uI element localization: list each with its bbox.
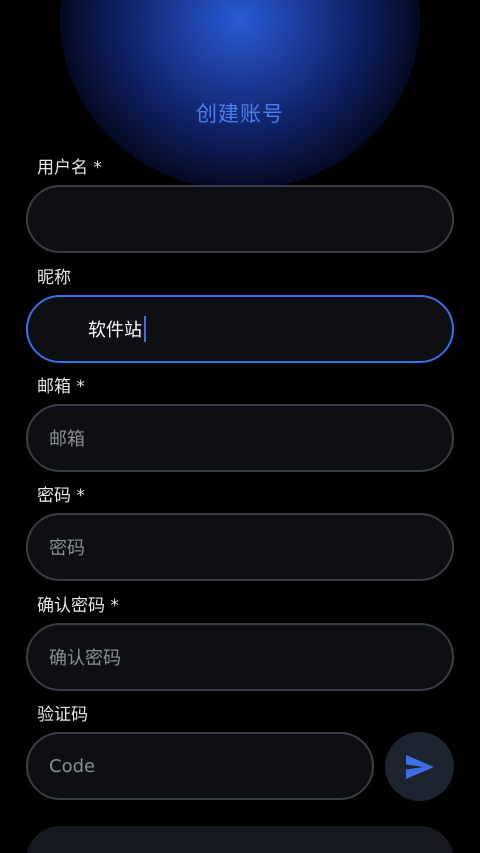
email-placeholder: 邮箱: [49, 429, 85, 450]
password-placeholder: 密码: [49, 538, 85, 559]
bottom-action-button[interactable]: [26, 826, 454, 853]
page-title: 创建账号: [196, 102, 284, 126]
password-label: 密码 *: [37, 486, 85, 506]
nickname-label: 昵称: [37, 268, 71, 288]
password-field[interactable]: 密码: [26, 513, 454, 581]
email-field[interactable]: 邮箱: [26, 404, 454, 472]
username-label: 用户名 *: [37, 158, 102, 178]
nickname-field[interactable]: 软件站: [26, 295, 454, 363]
text-cursor: [144, 316, 146, 342]
confirm-password-label: 确认密码 *: [37, 596, 119, 616]
create-account-screen: 创建账号 用户名 * 昵称 软件站 邮箱 * 邮箱 密码 * 密码 确认密码 *…: [0, 0, 480, 853]
header-glow: [60, 0, 420, 190]
confirm-password-field[interactable]: 确认密码: [26, 623, 454, 691]
verification-code-field[interactable]: Code: [26, 732, 374, 800]
username-field[interactable]: [26, 185, 454, 253]
nickname-value-wrap: 软件站: [88, 316, 146, 342]
send-icon: [405, 754, 434, 779]
verification-code-placeholder: Code: [49, 755, 96, 777]
send-code-button[interactable]: [385, 732, 454, 801]
nickname-value: 软件站: [88, 320, 142, 341]
email-label: 邮箱 *: [37, 377, 85, 397]
verification-code-label: 验证码: [37, 705, 88, 725]
confirm-password-placeholder: 确认密码: [49, 648, 121, 669]
